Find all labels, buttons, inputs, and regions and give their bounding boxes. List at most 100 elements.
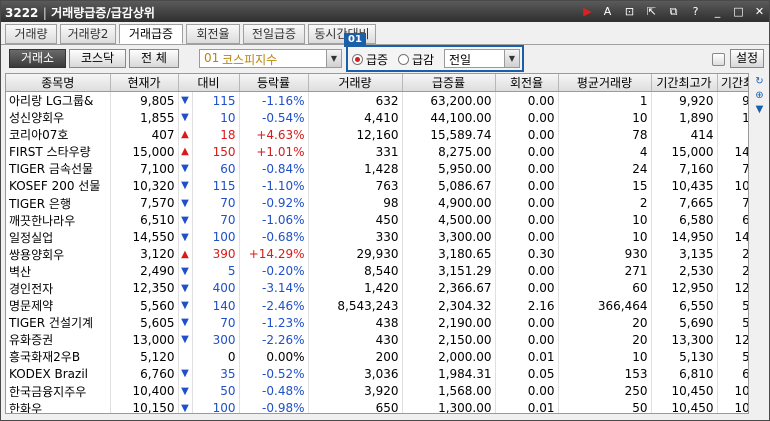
- price-cell: 12,350: [110, 279, 179, 298]
- turnover-cell: 2.16: [495, 297, 559, 315]
- turnover-cell: 0.00: [495, 314, 559, 332]
- copy-icon[interactable]: ⧉: [667, 5, 680, 18]
- table-row[interactable]: 쌍용양회우 3,120 ▲ 390 +14.29% 29,930 3,180.65 0.30 9…: [6, 245, 748, 263]
- help-icon[interactable]: ?: [689, 5, 702, 18]
- turnover-cell: 0.00: [495, 160, 559, 178]
- popup-icon[interactable]: ⇱: [645, 5, 658, 18]
- table-row[interactable]: 명문제약 5,560 ▼ 140 -2.46% 8,543,243 2,304.32 2.16…: [6, 297, 748, 315]
- col-avg-volume-header[interactable]: 평균거래량: [558, 74, 652, 92]
- play-icon[interactable]: ▶: [581, 5, 594, 18]
- screen-link-icon[interactable]: ⊡: [623, 5, 636, 18]
- rate-cell: -0.68%: [239, 228, 309, 246]
- avg-cell: 366,464: [558, 297, 652, 315]
- volume-cell: 8,543,243: [308, 297, 403, 315]
- diff-cell: 0: [192, 348, 240, 366]
- table-row[interactable]: 코리아07호 407 ▲ 18 +4.63% 12,160 15,589.74 0.00 78 4…: [6, 126, 748, 144]
- surge-cell: 3,180.65: [402, 245, 496, 263]
- tab-prevday-surge[interactable]: 전일급증: [243, 24, 305, 44]
- avg-cell: 15: [558, 177, 652, 195]
- surge-cell: 1,300.00: [402, 399, 496, 413]
- down-triangle-icon: ▼: [178, 262, 193, 280]
- tab-turnover[interactable]: 회전율: [186, 24, 240, 44]
- price-cell: 10,320: [110, 177, 179, 195]
- col-low-header[interactable]: 기간최저가: [717, 74, 748, 92]
- table-row[interactable]: 일정실업 14,550 ▼ 100 -0.68% 330 3,300.00 0.00 10 14,…: [6, 228, 748, 246]
- table-row[interactable]: TIGER 은행 7,570 ▼ 70 -0.92% 98 4,900.00 0.00 2 7,6…: [6, 194, 748, 212]
- mode-group: 급증 급감 전일 ▼: [346, 45, 524, 72]
- surge-radio[interactable]: [352, 54, 363, 65]
- diff-cell: 5: [192, 262, 240, 280]
- minimize-icon[interactable]: _: [711, 5, 724, 18]
- rate-cell: -1.16%: [239, 91, 309, 109]
- col-volume-header[interactable]: 거래량: [308, 74, 403, 92]
- table-row[interactable]: 한화우 10,150 ▼ 100 -0.98% 650 1,300.00 0.01 50 10,4…: [6, 399, 748, 413]
- table-row[interactable]: 아리랑 LG그룹& 9,805 ▼ 115 -1.16% 632 63,200.00 0.00…: [6, 91, 748, 109]
- rate-cell: +1.01%: [239, 143, 309, 161]
- avg-cell: 10: [558, 228, 652, 246]
- tab-volume[interactable]: 거래량: [5, 24, 57, 44]
- turnover-cell: 0.00: [495, 143, 559, 161]
- refresh-icon[interactable]: ↻: [753, 75, 766, 88]
- stock-name-cell: KODEX Brazil: [6, 365, 111, 383]
- price-cell: 2,490: [110, 262, 179, 280]
- volume-cell: 330: [308, 228, 403, 246]
- option-checkbox[interactable]: [712, 53, 725, 66]
- price-cell: 14,550: [110, 228, 179, 246]
- diff-cell: 100: [192, 399, 240, 413]
- index-select[interactable]: 01 코스피지수 ▼: [199, 49, 342, 68]
- table-row[interactable]: 한국금융지주우 10,400 ▼ 50 -0.48% 3,920 1,568.00 0.00 2…: [6, 382, 748, 400]
- col-diff-header[interactable]: 대비: [178, 74, 240, 92]
- col-rate-header[interactable]: 등락률: [239, 74, 309, 92]
- col-price-header[interactable]: 현재가: [110, 74, 179, 92]
- price-cell: 6,510: [110, 211, 179, 229]
- table-row[interactable]: KODEX Brazil 6,760 ▼ 35 -0.52% 3,036 1,984.31 0…: [6, 365, 748, 383]
- volume-cell: 3,036: [308, 365, 403, 383]
- col-turnover-header[interactable]: 회전율: [495, 74, 559, 92]
- scroll-down-icon[interactable]: ▼: [753, 103, 766, 116]
- settings-button[interactable]: 설정: [730, 49, 764, 68]
- up-triangle-icon: ▲: [178, 245, 193, 263]
- diff-cell: 115: [192, 177, 240, 195]
- table-row[interactable]: 깨끗한나라우 6,510 ▼ 70 -1.06% 450 4,500.00 0.00 10 6,5…: [6, 211, 748, 229]
- table-row[interactable]: FIRST 스타우량 15,000 ▲ 150 +1.01% 331 8,275.00 0.0…: [6, 143, 748, 161]
- table-row[interactable]: TIGER 건설기계 5,605 ▼ 70 -1.23% 438 2,190.00 0.00 2…: [6, 314, 748, 332]
- maximize-icon[interactable]: □: [732, 5, 745, 18]
- window-title-text: 거래량급증/급감상위: [51, 6, 155, 20]
- diff-cell: 18: [192, 126, 240, 144]
- tab-volume-surge[interactable]: 거래급증: [119, 24, 183, 44]
- down-triangle-icon: ▼: [178, 194, 193, 212]
- side-toolbar: ↻ ⊕ ▼: [752, 73, 767, 414]
- period-select[interactable]: 전일 ▼: [444, 49, 520, 68]
- zoom-icon[interactable]: ⊕: [753, 89, 766, 102]
- avg-cell: 10: [558, 348, 652, 366]
- table-row[interactable]: TIGER 금속선물 7,100 ▼ 60 -0.84% 1,428 5,950.00 0.0…: [6, 160, 748, 178]
- col-high-header[interactable]: 기간최고가: [651, 74, 718, 92]
- rate-cell: -2.46%: [239, 297, 309, 315]
- table-row[interactable]: 유화증권 13,000 ▼ 300 -2.26% 430 2,150.00 0.00 20 13,…: [6, 331, 748, 349]
- surge-cell: 2,150.00: [402, 331, 496, 349]
- drop-radio[interactable]: [398, 54, 409, 65]
- table-row[interactable]: 흥국화재2우B 5,120 0 0.00% 200 2,000.00 0.01 10 5,130…: [6, 348, 748, 366]
- surge-cell: 2,366.67: [402, 279, 496, 298]
- main-window: 3222 | 거래량급증/급감상위 ▶ A ⊡ ⇱ ⧉ ? _ □ ✕ 거래량 …: [0, 0, 770, 421]
- col-name-header[interactable]: 종목명: [6, 74, 111, 92]
- low-cell: 7,055: [717, 160, 748, 178]
- down-triangle-icon: ▼: [178, 365, 193, 383]
- table-row[interactable]: KOSEF 200 선물 10,320 ▼ 115 -1.10% 763 5,086.67 0…: [6, 177, 748, 195]
- tab-volume2[interactable]: 거래량2: [60, 24, 116, 44]
- font-icon[interactable]: A: [601, 5, 614, 18]
- market-all-button[interactable]: 전 체: [129, 49, 179, 68]
- high-cell: 7,160: [651, 160, 718, 178]
- market-kosdaq-button[interactable]: 코스닥: [69, 49, 126, 68]
- market-kospi-button[interactable]: 거래소: [9, 49, 66, 68]
- surge-cell: 2,190.00: [402, 314, 496, 332]
- high-cell: 10,450: [651, 399, 718, 413]
- table-row[interactable]: 경인전자 12,350 ▼ 400 -3.14% 1,420 2,366.67 0.00 60 1…: [6, 279, 748, 298]
- avg-cell: 4: [558, 143, 652, 161]
- table-row[interactable]: 벽산 2,490 ▼ 5 -0.20% 8,540 3,151.29 0.00 271 2,530…: [6, 262, 748, 280]
- table-row[interactable]: 성신양회우 1,855 ▼ 10 -0.54% 4,410 44,100.00 0.00 10 1…: [6, 109, 748, 127]
- col-surge-header[interactable]: 급증률: [402, 74, 496, 92]
- low-cell: 10,150: [717, 399, 748, 413]
- close-icon[interactable]: ✕: [753, 5, 766, 18]
- turnover-cell: 0.00: [495, 382, 559, 400]
